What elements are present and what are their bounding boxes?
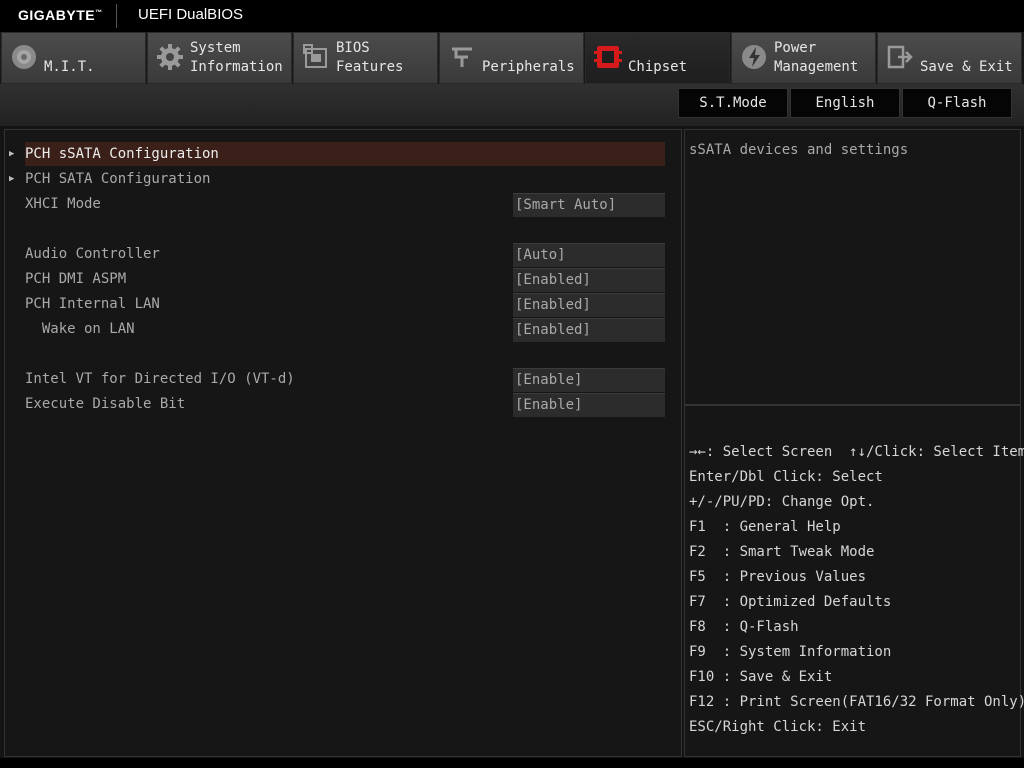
key-hint: F7 : Optimized Defaults xyxy=(689,594,892,610)
exit-icon xyxy=(887,45,913,69)
power-icon xyxy=(742,45,766,69)
tab-label: Power Management xyxy=(774,40,859,75)
setting-value[interactable]: [Enable] xyxy=(513,368,665,392)
tab-bios-features[interactable]: BIOS Features xyxy=(293,32,438,84)
setting-label: PCH sSATA Configuration xyxy=(25,146,219,162)
key-hint: F9 : System Information xyxy=(689,644,892,660)
q-flash-button[interactable]: Q-Flash xyxy=(902,88,1012,118)
menu-item-pch-sata-configuration[interactable]: ▶ PCH SATA Configuration xyxy=(5,167,683,191)
setting-value[interactable]: [Enabled] xyxy=(513,293,665,317)
tab-power-management[interactable]: Power Management xyxy=(731,32,876,84)
key-hint: F2 : Smart Tweak Mode xyxy=(689,544,875,560)
mit-dial-icon xyxy=(12,45,36,69)
submenu-arrow-icon: ▶ xyxy=(9,149,15,159)
setting-value[interactable]: [Smart Auto] xyxy=(513,193,665,217)
submenu-arrow-icon: ▶ xyxy=(9,174,15,184)
setting-value[interactable]: [Enabled] xyxy=(513,268,665,292)
tab-label: Peripherals xyxy=(482,59,575,75)
key-hint: F10 : Save & Exit xyxy=(689,669,833,685)
bottom-bar xyxy=(0,758,1024,768)
setting-label: Audio Controller xyxy=(25,246,160,262)
chipset-icon xyxy=(594,46,622,68)
key-hint: F1 : General Help xyxy=(689,519,841,535)
key-hint: F8 : Q-Flash xyxy=(689,619,799,635)
setting-label: Intel VT for Directed I/O (VT-d) xyxy=(25,371,295,387)
bios-chip-icon xyxy=(303,44,327,68)
setting-pch-internal-lan[interactable]: PCH Internal LAN [Enabled] xyxy=(5,292,683,317)
tab-label: BIOS Features xyxy=(336,40,404,75)
setting-label: PCH DMI ASPM xyxy=(25,271,127,287)
setting-label: PCH SATA Configuration xyxy=(25,171,211,187)
help-description: sSATA devices and settings xyxy=(689,142,909,158)
setting-label: Wake on LAN xyxy=(25,321,135,337)
title-divider xyxy=(116,4,117,28)
gear-icon xyxy=(157,44,183,70)
tab-system-information[interactable]: System Information xyxy=(147,32,292,84)
setting-xhci-mode[interactable]: XHCI Mode [Smart Auto] xyxy=(5,192,683,217)
setting-value[interactable]: [Enabled] xyxy=(513,318,665,342)
key-hint: ESC/Right Click: Exit xyxy=(689,719,867,735)
tab-bar: M.I.T. System Information BIOS Features … xyxy=(0,32,1024,84)
tab-label: System Information xyxy=(190,40,283,75)
key-hint: F12 : Print Screen(FAT16/32 Format Only) xyxy=(689,694,1024,710)
tab-label: Chipset xyxy=(628,59,688,75)
language-button[interactable]: English xyxy=(790,88,900,118)
gigabyte-logo: GIGABYTE™ xyxy=(18,7,103,23)
key-hint: Enter/Dbl Click: Select xyxy=(689,469,883,485)
title-bar: GIGABYTE™ UEFI DualBIOS xyxy=(0,0,1024,32)
tab-mit[interactable]: M.I.T. xyxy=(1,32,146,84)
setting-value[interactable]: [Enable] xyxy=(513,393,665,417)
key-hint: →←: Select Screen ↑↓/Click: Select Item xyxy=(689,444,1024,460)
st-mode-button[interactable]: S.T.Mode xyxy=(678,88,788,118)
setting-vt-d[interactable]: Intel VT for Directed I/O (VT-d) [Enable… xyxy=(5,367,683,392)
tab-label: M.I.T. xyxy=(44,59,95,75)
setting-audio-controller[interactable]: Audio Controller [Auto] xyxy=(5,242,683,267)
setting-pch-dmi-aspm[interactable]: PCH DMI ASPM [Enabled] xyxy=(5,267,683,292)
key-legend-panel: →←: Select Screen ↑↓/Click: Select Item … xyxy=(684,405,1024,757)
settings-panel: ▶ PCH sSATA Configuration ▶ PCH SATA Con… xyxy=(4,129,682,757)
setting-execute-disable-bit[interactable]: Execute Disable Bit [Enable] xyxy=(5,392,683,417)
setting-label: Execute Disable Bit xyxy=(25,396,186,412)
setting-label: XHCI Mode xyxy=(25,196,101,212)
peripherals-icon xyxy=(452,47,472,67)
help-panel: sSATA devices and settings xyxy=(684,129,1021,405)
tab-save-exit[interactable]: Save & Exit xyxy=(877,32,1022,84)
key-hint: F5 : Previous Values xyxy=(689,569,867,585)
tab-peripherals[interactable]: Peripherals xyxy=(439,32,584,84)
setting-wake-on-lan[interactable]: Wake on LAN [Enabled] xyxy=(5,317,683,342)
setting-label: PCH Internal LAN xyxy=(25,296,160,312)
key-hint: +/-/PU/PD: Change Opt. xyxy=(689,494,875,510)
product-name: UEFI DualBIOS xyxy=(138,6,244,23)
tab-label: Save & Exit xyxy=(920,59,1013,75)
tab-chipset[interactable]: Chipset xyxy=(585,32,730,84)
setting-value[interactable]: [Auto] xyxy=(513,243,665,267)
menu-item-pch-ssata-configuration[interactable]: ▶ PCH sSATA Configuration xyxy=(5,142,683,166)
